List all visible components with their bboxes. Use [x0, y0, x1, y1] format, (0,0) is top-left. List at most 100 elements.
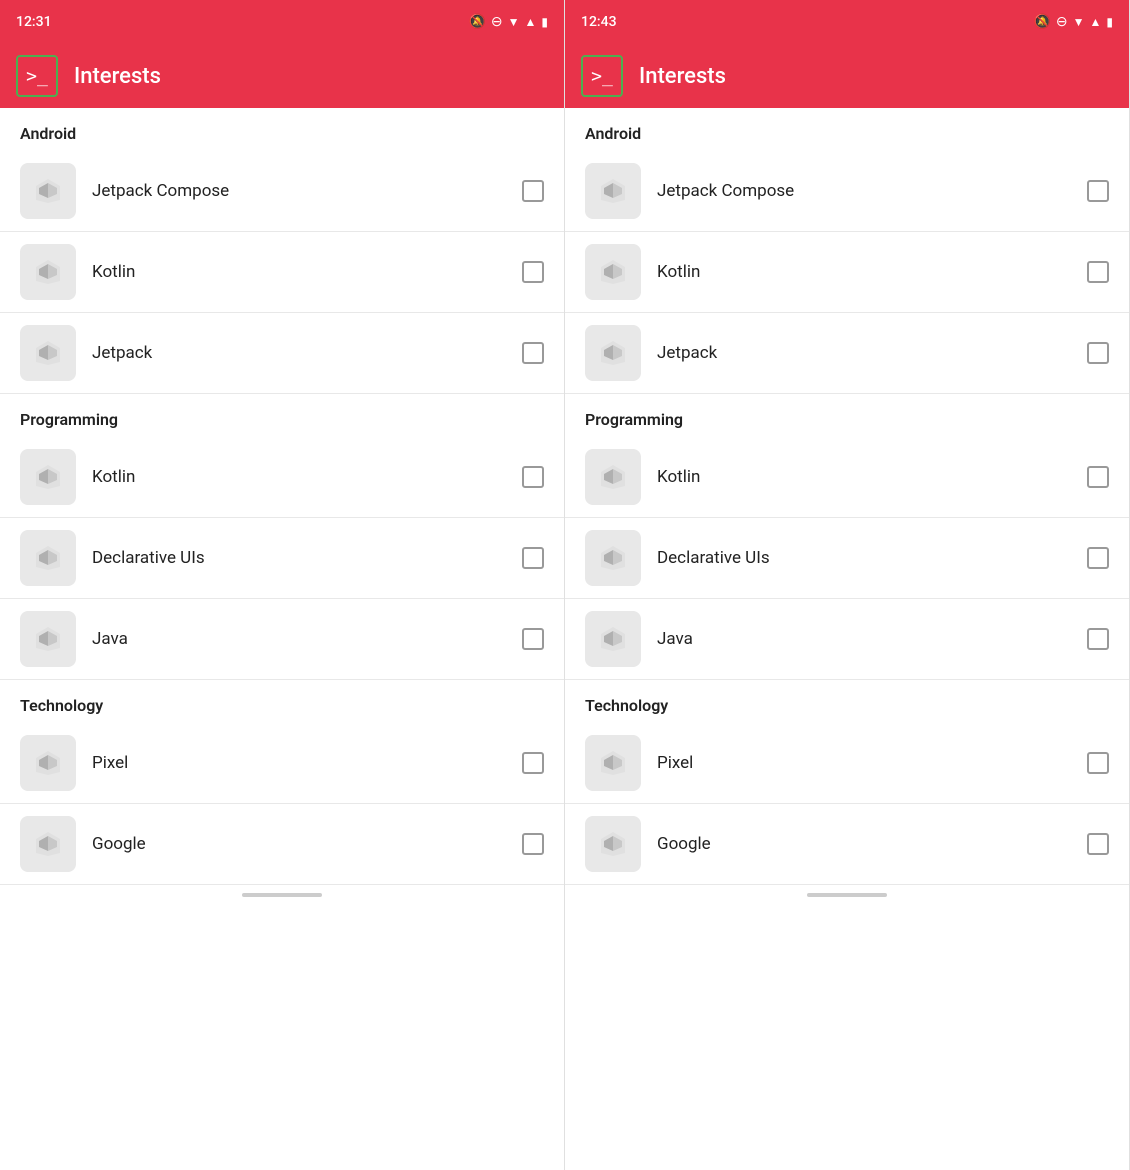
item-label: Java — [657, 629, 1071, 649]
battery-icon: ▮ — [1106, 15, 1113, 29]
item-checkbox[interactable] — [1087, 833, 1109, 855]
item-label: Pixel — [92, 753, 506, 773]
scroll-indicator — [807, 893, 887, 897]
list-item: Google — [565, 804, 1129, 885]
item-checkbox[interactable] — [1087, 261, 1109, 283]
item-icon — [20, 816, 76, 872]
list-item: Kotlin — [0, 232, 564, 313]
item-label: Declarative UIs — [92, 548, 506, 568]
list-item: Jetpack — [565, 313, 1129, 394]
item-checkbox[interactable] — [1087, 342, 1109, 364]
app-bar-icon-button[interactable]: >_ — [581, 55, 623, 97]
list-item: Google — [0, 804, 564, 885]
item-checkbox[interactable] — [1087, 466, 1109, 488]
terminal-icon: >_ — [591, 66, 613, 87]
content-area: Android Jetpack Compose Kotlin Jetpack Pr… — [565, 108, 1129, 1170]
item-checkbox[interactable] — [1087, 180, 1109, 202]
app-bar-title: Interests — [74, 64, 161, 89]
item-label: Java — [92, 629, 506, 649]
item-checkbox[interactable] — [522, 752, 544, 774]
item-icon — [20, 735, 76, 791]
item-checkbox[interactable] — [1087, 628, 1109, 650]
list-item: Jetpack — [0, 313, 564, 394]
item-checkbox[interactable] — [522, 547, 544, 569]
section-header-programming-left: Programming — [0, 394, 564, 437]
item-icon — [585, 449, 641, 505]
item-icon — [20, 325, 76, 381]
content-area: Android Jetpack Compose Kotlin Jetpack Pr… — [0, 108, 564, 1170]
item-icon — [585, 244, 641, 300]
status-icons: 🔕 ⊖ ▼ ▲ ▮ — [1033, 14, 1113, 30]
item-checkbox[interactable] — [522, 833, 544, 855]
item-label: Google — [92, 834, 506, 854]
minus-icon: ⊖ — [1056, 14, 1068, 30]
item-icon — [585, 816, 641, 872]
item-label: Declarative UIs — [657, 548, 1071, 568]
minus-icon: ⊖ — [491, 14, 503, 30]
item-label: Pixel — [657, 753, 1071, 773]
item-label: Kotlin — [657, 262, 1071, 282]
item-icon — [20, 163, 76, 219]
section-header-programming-right: Programming — [565, 394, 1129, 437]
item-icon — [20, 611, 76, 667]
item-checkbox[interactable] — [522, 342, 544, 364]
app-bar-title: Interests — [639, 64, 726, 89]
status-time: 12:43 — [581, 14, 617, 30]
item-checkbox[interactable] — [1087, 752, 1109, 774]
item-icon — [585, 735, 641, 791]
item-icon — [585, 611, 641, 667]
signal-icon: ▲ — [1090, 15, 1102, 29]
list-item: Declarative UIs — [565, 518, 1129, 599]
section-header-technology-left: Technology — [0, 680, 564, 723]
list-item: Kotlin — [0, 437, 564, 518]
terminal-icon: >_ — [26, 66, 48, 87]
list-item: Java — [565, 599, 1129, 680]
item-label: Kotlin — [657, 467, 1071, 487]
app-bar: >_ Interests — [565, 44, 1129, 108]
panel-right: 12:43 🔕 ⊖ ▼ ▲ ▮ >_ Interests Android Jetpa… — [565, 0, 1130, 1170]
battery-icon: ▮ — [541, 15, 548, 29]
list-item: Jetpack Compose — [0, 151, 564, 232]
item-label: Jetpack — [92, 343, 506, 363]
wifi-icon: ▼ — [508, 15, 520, 29]
item-label: Jetpack Compose — [92, 181, 506, 201]
signal-icon: ▲ — [525, 15, 537, 29]
status-icons: 🔕 ⊖ ▼ ▲ ▮ — [468, 14, 548, 30]
section-header-android-left: Android — [0, 108, 564, 151]
item-checkbox[interactable] — [522, 261, 544, 283]
item-icon — [20, 449, 76, 505]
status-time: 12:31 — [16, 14, 52, 30]
panel-left: 12:31 🔕 ⊖ ▼ ▲ ▮ >_ Interests Android Jetpa… — [0, 0, 565, 1170]
status-bar: 12:43 🔕 ⊖ ▼ ▲ ▮ — [565, 0, 1129, 44]
status-bar: 12:31 🔕 ⊖ ▼ ▲ ▮ — [0, 0, 564, 44]
item-icon — [585, 530, 641, 586]
list-item: Pixel — [565, 723, 1129, 804]
item-icon — [585, 325, 641, 381]
scroll-indicator — [242, 893, 322, 897]
item-icon — [585, 163, 641, 219]
section-header-android-right: Android — [565, 108, 1129, 151]
item-label: Google — [657, 834, 1071, 854]
item-label: Jetpack — [657, 343, 1071, 363]
item-label: Kotlin — [92, 262, 506, 282]
list-item: Java — [0, 599, 564, 680]
item-checkbox[interactable] — [522, 180, 544, 202]
item-icon — [20, 244, 76, 300]
list-item: Kotlin — [565, 232, 1129, 313]
list-item: Pixel — [0, 723, 564, 804]
item-checkbox[interactable] — [522, 466, 544, 488]
list-item: Declarative UIs — [0, 518, 564, 599]
app-bar-icon-button[interactable]: >_ — [16, 55, 58, 97]
section-header-technology-right: Technology — [565, 680, 1129, 723]
item-icon — [20, 530, 76, 586]
mute-icon: 🔕 — [1033, 14, 1050, 30]
item-label: Jetpack Compose — [657, 181, 1071, 201]
mute-icon: 🔕 — [468, 14, 485, 30]
app-bar: >_ Interests — [0, 44, 564, 108]
item-label: Kotlin — [92, 467, 506, 487]
list-item: Jetpack Compose — [565, 151, 1129, 232]
list-item: Kotlin — [565, 437, 1129, 518]
item-checkbox[interactable] — [1087, 547, 1109, 569]
item-checkbox[interactable] — [522, 628, 544, 650]
wifi-icon: ▼ — [1073, 15, 1085, 29]
